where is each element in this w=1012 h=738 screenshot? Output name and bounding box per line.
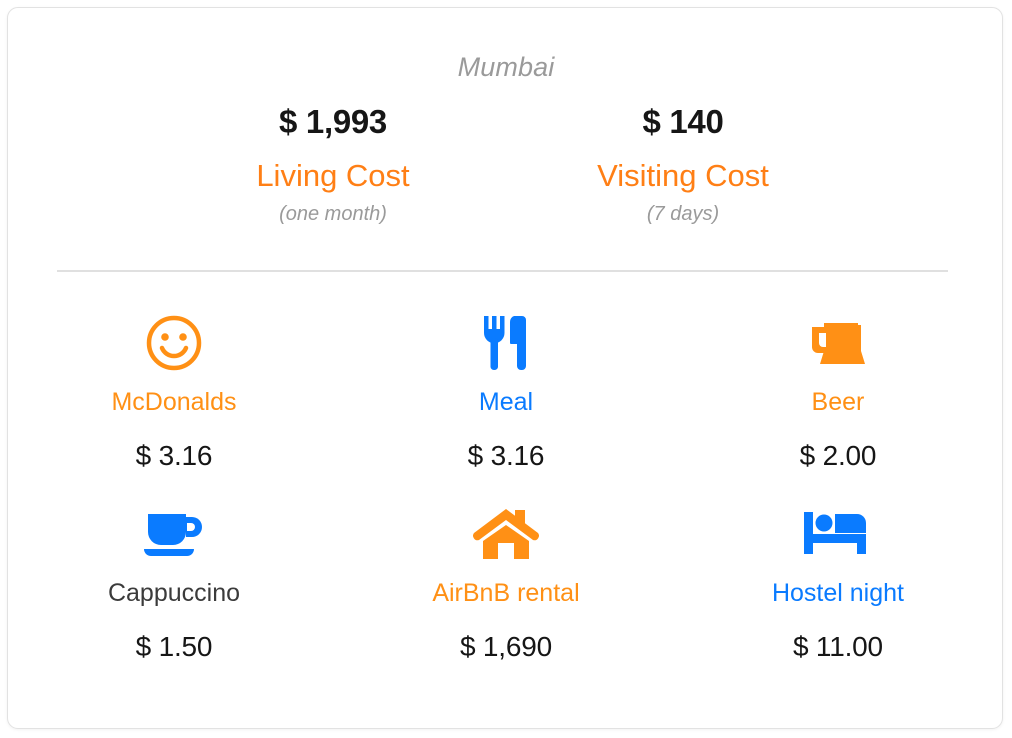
price-item-value: $ 1,690 (459, 630, 552, 662)
price-item-label: Cappuccino (107, 579, 240, 607)
bed-icon (672, 501, 1002, 567)
summary-row: $ 1,993 Living Cost (one month) $ 140 Vi… (158, 103, 858, 226)
price-item-label: AirBnB rental (432, 579, 580, 607)
price-item-meal: Meal $ 3.16 (340, 300, 672, 491)
visiting-cost-label: Visiting Cost (597, 158, 769, 194)
fork-and-knife-icon (340, 310, 672, 376)
price-item-value: $ 1.50 (135, 630, 213, 662)
price-item-value: $ 3.16 (467, 439, 545, 471)
price-item-mcdonalds: McDonalds $ 3.16 (8, 300, 340, 491)
living-cost-period: (one month) (279, 203, 387, 226)
price-item-airbnb-rental: AirBnB rental $ 1,690 (340, 491, 672, 682)
summary-visiting-cost: $ 140 Visiting Cost (7 days) (508, 103, 858, 226)
beer-mug-icon (672, 310, 1002, 376)
smiley-face-icon (8, 310, 340, 376)
living-cost-amount: $ 1,993 (278, 103, 387, 140)
living-cost-label: Living Cost (256, 158, 410, 194)
visiting-cost-period: (7 days) (646, 203, 720, 226)
price-item-value: $ 2.00 (799, 439, 877, 471)
price-item-beer: Beer $ 2.00 (672, 300, 1002, 491)
city-title: Mumbai (457, 52, 555, 82)
cost-of-living-card: Mumbai $ 1,993 Living Cost (one month) $… (7, 7, 1003, 729)
coffee-cup-icon (8, 501, 340, 567)
price-item-cappuccino: Cappuccino $ 1.50 (8, 491, 340, 682)
price-item-label: McDonalds (111, 388, 237, 416)
price-item-label: Meal (478, 388, 534, 416)
price-item-value: $ 3.16 (135, 439, 213, 471)
price-item-label: Beer (811, 388, 865, 416)
price-item-value: $ 11.00 (792, 630, 883, 662)
summary-living-cost: $ 1,993 Living Cost (one month) (158, 103, 508, 226)
price-items-grid: McDonalds $ 3.16 Meal $ 3.16 Beer $ 2.00… (8, 300, 1002, 682)
visiting-cost-amount: $ 140 (642, 103, 724, 140)
house-icon (340, 501, 672, 567)
price-item-label: Hostel night (771, 579, 904, 607)
section-divider (57, 270, 948, 272)
price-item-hostel-night: Hostel night $ 11.00 (672, 491, 1002, 682)
